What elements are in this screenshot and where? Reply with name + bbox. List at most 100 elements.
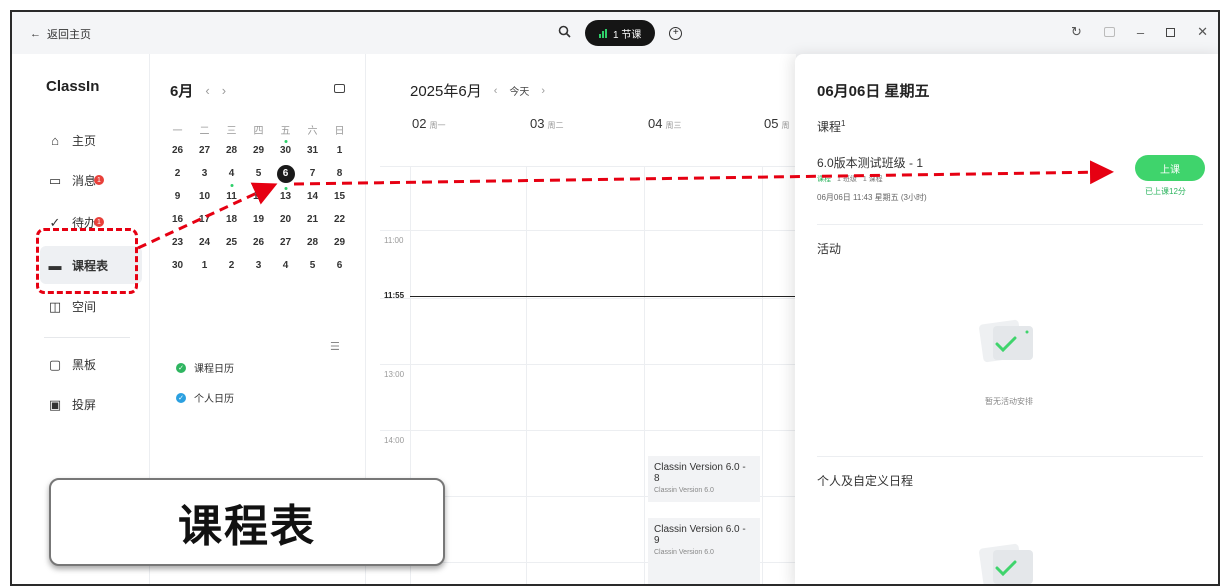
date-cell[interactable]: 1 <box>326 145 353 159</box>
sidebar-icon[interactable] <box>1103 27 1115 37</box>
time-label: 11:00 <box>384 236 404 245</box>
event-dot <box>284 140 287 143</box>
date-cell[interactable]: 4 <box>218 168 245 187</box>
date-cell[interactable]: 14 <box>299 191 326 205</box>
date-cell[interactable]: 25 <box>218 237 245 251</box>
date-cell[interactable]: 20 <box>272 214 299 228</box>
course-tag: 课程 <box>817 176 831 183</box>
minimize-icon[interactable]: – <box>1137 25 1144 40</box>
today-button[interactable]: 今天 <box>509 83 529 98</box>
event-dot <box>230 184 233 187</box>
nav-item-screencast[interactable]: ▣ 投屏 <box>48 396 96 413</box>
date-cell[interactable]: 23 <box>164 237 191 251</box>
date-cell[interactable]: 31 <box>299 145 326 159</box>
join-class-button[interactable]: 上课 <box>1135 155 1205 181</box>
date-cell[interactable]: 13 <box>272 191 299 205</box>
date-cell[interactable]: 22 <box>326 214 353 228</box>
day-number: 02 <box>412 116 427 131</box>
event-card[interactable]: Classin Version 6.0 - 8 Classin Version … <box>648 456 760 502</box>
date-cell[interactable]: 9 <box>164 191 191 205</box>
current-time-line <box>410 296 796 297</box>
grid-line <box>380 298 796 299</box>
date-cell[interactable]: 28 <box>299 237 326 251</box>
nav-divider <box>44 337 130 338</box>
nav-item-messages[interactable]: ▭ 消息 <box>48 172 96 189</box>
back-home-button[interactable]: ← 返回主页 <box>30 26 91 42</box>
date-cell[interactable]: 29 <box>245 145 272 159</box>
date-cell[interactable]: 27 <box>272 237 299 251</box>
course-tag: 1 班级 <box>837 176 857 183</box>
date-cell[interactable]: 28 <box>218 145 245 159</box>
date-cell[interactable]: 8 <box>326 168 353 182</box>
calendar-month-title: 2025年6月 <box>410 83 482 100</box>
collapse-panel-icon[interactable] <box>334 84 345 93</box>
course-section-heading: 课程1 <box>817 118 845 135</box>
date-cell[interactable]: 2 <box>218 260 245 274</box>
date-cell[interactable]: 12 <box>245 191 272 205</box>
date-cell[interactable]: 1 <box>191 260 218 274</box>
date-cell[interactable]: 26 <box>245 237 272 251</box>
date-cell[interactable]: 6 <box>326 260 353 274</box>
date-cell[interactable]: 17 <box>191 214 218 228</box>
date-cell[interactable]: 30 <box>272 140 299 159</box>
lesson-count-pill[interactable]: 1 节课 <box>585 20 656 46</box>
date-cell[interactable]: 19 <box>245 214 272 228</box>
calendar-toggle-label: 个人日历 <box>194 394 234 405</box>
weekday-label: 一 <box>172 126 183 137</box>
filter-icon[interactable]: ☰ <box>330 340 340 353</box>
date-cell[interactable]: 21 <box>299 214 326 228</box>
nav-item-label: 空间 <box>72 300 97 314</box>
date-cell[interactable]: 15 <box>326 191 353 205</box>
date-number: 30 <box>279 145 292 156</box>
refresh-icon[interactable]: ↻ <box>1071 24 1082 40</box>
chevron-right-icon[interactable]: › <box>541 85 545 97</box>
date-cell[interactable]: 10 <box>191 191 218 205</box>
date-cell[interactable]: 30 <box>164 260 191 274</box>
date-cell[interactable]: 5 <box>245 168 272 182</box>
weekday-label: 六 <box>307 126 318 137</box>
calendar-toggle-course[interactable]: ✓ 课程日历 <box>176 360 234 375</box>
arrow-left-icon: ← <box>30 28 41 40</box>
day-header[interactable]: 04 周三 <box>648 116 681 131</box>
date-cell[interactable]: 24 <box>191 237 218 251</box>
date-cell[interactable]: 11 <box>218 191 245 205</box>
course-name[interactable]: 6.0版本测试班级 - 1 <box>817 154 923 171</box>
date-cell[interactable]: 3 <box>245 260 272 274</box>
date-cell-today[interactable]: 6 <box>272 165 299 190</box>
event-title: Classin Version 6.0 - 8 <box>654 462 746 484</box>
date-cell[interactable]: 4 <box>272 260 299 274</box>
date-cell[interactable]: 3 <box>191 168 218 182</box>
date-cell[interactable]: 29 <box>326 237 353 251</box>
nav-item-blackboard[interactable]: ▢ 黑板 <box>48 356 96 373</box>
nav-item-label: 投屏 <box>72 398 97 412</box>
event-title: Classin Version 6.0 - 9 <box>654 524 746 546</box>
search-icon[interactable] <box>558 25 571 41</box>
day-header[interactable]: 02 周一 <box>412 116 445 131</box>
current-time-label: 11:55 <box>384 291 405 300</box>
date-cell[interactable]: 5 <box>299 260 326 274</box>
date-cell[interactable]: 16 <box>164 214 191 228</box>
day-number: 04 <box>648 116 663 131</box>
maximize-icon[interactable] <box>1166 27 1176 37</box>
calendar-toggle-personal[interactable]: ✓ 个人日历 <box>176 390 234 405</box>
close-icon[interactable]: ✕ <box>1197 24 1208 40</box>
chevron-left-icon[interactable]: ‹ <box>494 85 498 97</box>
date-cell[interactable]: 26 <box>164 145 191 159</box>
date-cell[interactable]: 2 <box>164 168 191 182</box>
calendar-toggle-label: 课程日历 <box>194 364 234 375</box>
date-cell[interactable]: 18 <box>218 214 245 228</box>
day-header[interactable]: 05 周 <box>764 116 789 131</box>
date-cell[interactable]: 27 <box>191 145 218 159</box>
nav-item-space[interactable]: ◫ 空间 <box>48 298 96 315</box>
add-circle-icon[interactable]: + <box>669 26 683 40</box>
chevron-left-icon[interactable]: ‹ <box>205 83 209 98</box>
nav-item-home[interactable]: ⌂ 主页 <box>48 132 96 149</box>
callout-text: 课程表 <box>178 502 316 551</box>
nav-item-label: 黑板 <box>72 358 97 372</box>
date-cell[interactable]: 7 <box>299 168 326 182</box>
chevron-right-icon[interactable]: › <box>222 83 226 98</box>
event-subtitle: Classin Version 6.0 <box>654 487 714 494</box>
day-header[interactable]: 03 周二 <box>530 116 563 131</box>
event-card[interactable]: Classin Version 6.0 - 9 Classin Version … <box>648 518 760 584</box>
live-bars-icon <box>599 28 607 38</box>
